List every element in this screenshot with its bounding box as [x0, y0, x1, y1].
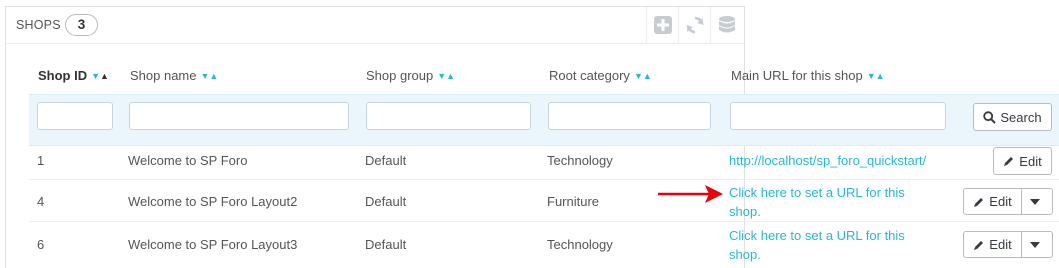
actions-dropdown-button[interactable]: [1021, 188, 1053, 215]
edit-button[interactable]: Edit: [963, 188, 1022, 215]
shop-count-badge: 3: [65, 14, 98, 36]
url-text: http://localhost/sp_foro_quickstart/: [729, 153, 927, 168]
set-shop-url-link[interactable]: Click here to set a URL for this shop.: [729, 183, 905, 221]
url-text-line2: shop.: [729, 247, 761, 262]
panel-header: SHOPS 3: [6, 7, 744, 44]
sort-arrows-icon[interactable]: ▼▲: [867, 71, 885, 81]
cell-root-category: Technology: [547, 237, 613, 252]
database-icon: [719, 16, 735, 33]
filter-shop-name-input[interactable]: [129, 102, 349, 130]
filter-main-url-input[interactable]: [730, 102, 946, 130]
edit-label: Edit: [989, 237, 1012, 252]
plus-square-icon: [654, 16, 672, 34]
filter-shop-group-input[interactable]: [366, 102, 531, 130]
sort-arrows-icon[interactable]: ▼▲: [91, 71, 109, 81]
column-label: Root category: [549, 68, 630, 83]
edit-label: Edit: [989, 194, 1012, 209]
url-text-line1: Click here to set a URL for this: [729, 185, 905, 200]
red-arrow-annotation: [658, 185, 723, 203]
column-header-shop-group[interactable]: Shop group ▼▲: [366, 68, 455, 83]
url-text-line2: shop.: [729, 204, 761, 219]
cell-shop-id: 6: [37, 237, 45, 252]
column-header-shop-name[interactable]: Shop name ▼▲: [130, 68, 218, 83]
add-new-shop-button[interactable]: [646, 7, 679, 43]
column-label: Main URL for this shop: [731, 68, 863, 83]
search-button[interactable]: Search: [973, 103, 1052, 131]
refresh-list-button[interactable]: [678, 7, 711, 43]
edit-button[interactable]: Edit: [963, 231, 1022, 258]
panel-title: SHOPS: [16, 18, 61, 32]
cell-root-category: Technology: [547, 153, 613, 168]
row-divider: [29, 179, 1059, 180]
filter-root-category-input[interactable]: [548, 102, 711, 130]
column-label: Shop ID: [38, 68, 88, 83]
cell-root-category: Furniture: [547, 194, 600, 209]
sql-query-button[interactable]: [710, 7, 743, 43]
caret-down-icon: [1030, 241, 1040, 248]
sort-arrows-icon[interactable]: ▼▲: [201, 71, 219, 81]
cell-shop-group: Default: [365, 237, 407, 252]
caret-down-icon: [1030, 198, 1040, 205]
cell-shop-name: Welcome to SP Foro Layout3: [128, 237, 298, 252]
column-label: Shop group: [366, 68, 434, 83]
actions-dropdown-button[interactable]: [1021, 231, 1053, 258]
pencil-icon: [1004, 157, 1014, 166]
row-divider: [29, 221, 1059, 222]
column-label: Shop name: [130, 68, 197, 83]
cell-shop-id: 1: [37, 153, 45, 168]
sort-arrows-icon[interactable]: ▼▲: [437, 71, 455, 81]
cell-shop-id: 4: [37, 194, 45, 209]
url-text-line1: Click here to set a URL for this: [729, 228, 905, 243]
refresh-icon: [686, 16, 704, 34]
column-header-shop-id[interactable]: Shop ID ▼▲: [38, 68, 109, 83]
cell-shop-name: Welcome to SP Foro Layout2: [128, 194, 298, 209]
cell-shop-name: Welcome to SP Foro: [128, 153, 248, 168]
shop-url-link[interactable]: http://localhost/sp_foro_quickstart/: [729, 151, 926, 170]
pencil-icon: [974, 197, 984, 207]
edit-label: Edit: [1019, 153, 1042, 169]
cell-shop-group: Default: [365, 194, 407, 209]
column-header-main-url[interactable]: Main URL for this shop ▼▲: [731, 68, 885, 83]
search-label: Search: [1000, 109, 1042, 125]
edit-button[interactable]: Edit: [993, 147, 1052, 175]
set-shop-url-link[interactable]: Click here to set a URL for this shop.: [729, 226, 905, 264]
cell-shop-group: Default: [365, 153, 407, 168]
pencil-icon: [974, 240, 984, 250]
filter-shop-id-input[interactable]: [37, 102, 113, 130]
sort-arrows-icon[interactable]: ▼▲: [634, 71, 652, 81]
column-header-root-category[interactable]: Root category ▼▲: [549, 68, 652, 83]
search-icon: [983, 110, 997, 124]
